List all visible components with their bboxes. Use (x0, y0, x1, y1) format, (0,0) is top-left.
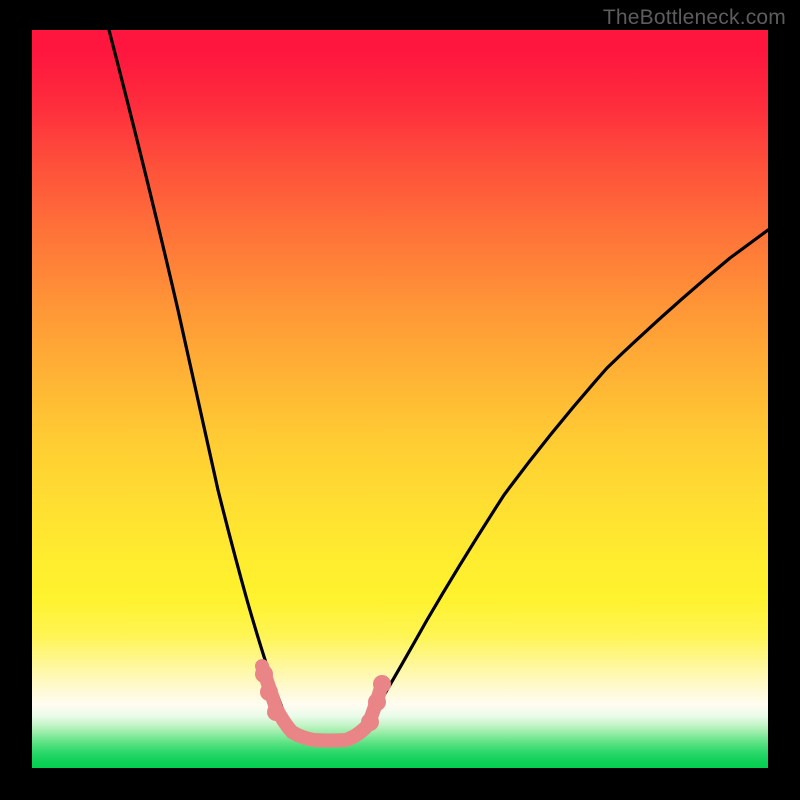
pink-markers (255, 665, 391, 731)
left-curve (109, 30, 295, 736)
watermark-text: TheBottleneck.com (603, 6, 786, 30)
right-curve (352, 230, 768, 736)
valley-floor-pink (262, 666, 382, 741)
chart-frame: TheBottleneck.com (0, 0, 800, 800)
curve-layer (32, 30, 768, 768)
plot-area (32, 30, 768, 768)
